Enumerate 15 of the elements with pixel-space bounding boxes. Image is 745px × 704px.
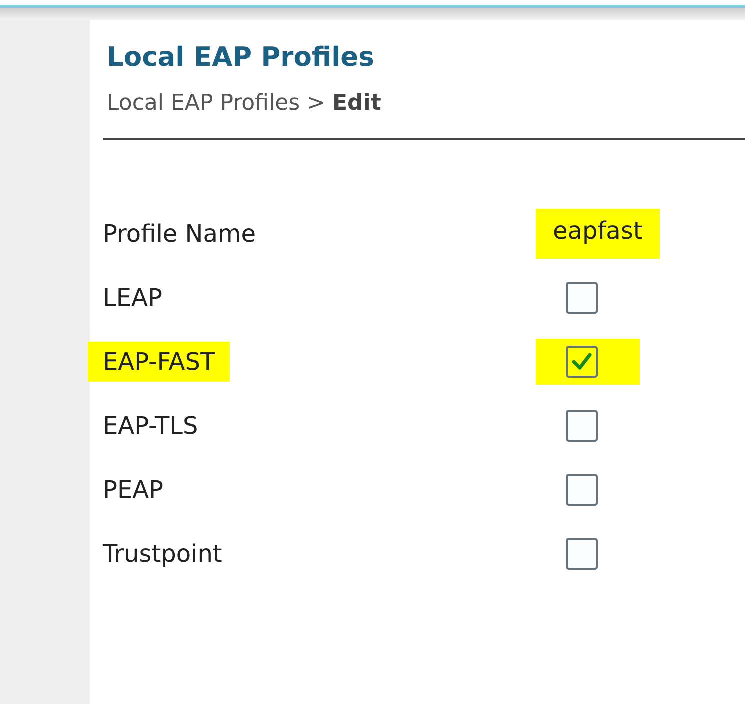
- checkbox[interactable]: [566, 538, 598, 570]
- profile-name-value: eapfast: [536, 209, 660, 259]
- checkmark-icon: [571, 352, 593, 372]
- field-label: EAP-FAST: [88, 342, 230, 382]
- field-label: Trustpoint: [102, 539, 224, 570]
- checkbox[interactable]: [566, 346, 598, 378]
- page-title: Local EAP Profiles: [107, 41, 376, 75]
- field-label: PEAP: [102, 475, 165, 506]
- checkbox[interactable]: [566, 474, 598, 506]
- field-label: LEAP: [102, 283, 164, 314]
- field-label: EAP-TLS: [102, 411, 200, 442]
- field-label: Profile Name: [102, 219, 258, 250]
- breadcrumb: Local EAP Profiles > Edit: [107, 90, 382, 118]
- checkbox[interactable]: [566, 282, 598, 314]
- checkbox[interactable]: [566, 410, 598, 442]
